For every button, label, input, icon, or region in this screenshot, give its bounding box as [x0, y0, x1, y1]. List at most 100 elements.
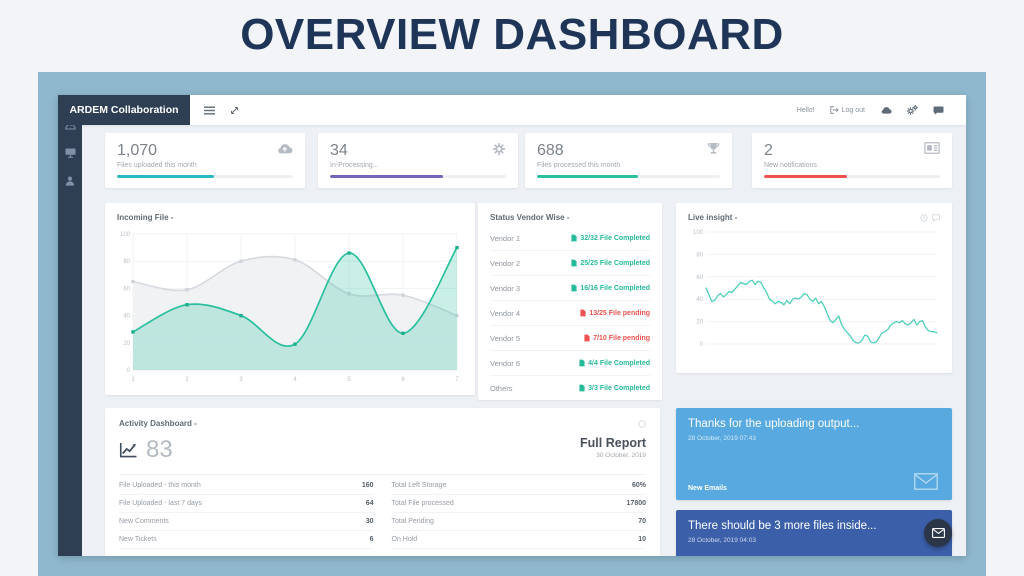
vendor-status: 16/16 File Completed [571, 284, 650, 292]
stat-progress-track [330, 175, 506, 178]
activity-stat-row: Total Pending70 [392, 513, 647, 531]
activity-stat-row: Total Left Storage60% [392, 477, 647, 495]
file-icon [580, 309, 586, 317]
svg-text:60: 60 [696, 275, 703, 281]
chat-bubble-icon[interactable] [933, 106, 944, 115]
notification-card-files[interactable]: There should be 3 more files inside... 2… [676, 510, 952, 556]
stat-value: 1,070 [117, 142, 293, 160]
sidebar-item-dashboard[interactable] [65, 125, 76, 130]
stat-progress-fill [117, 175, 214, 178]
vendor-name: Vendor 5 [490, 334, 520, 343]
live-insight-panel: Live insight - 020406080100 [676, 203, 952, 373]
stat-value: 34 [330, 142, 506, 160]
vendor-row: Vendor 4 13/25 File pending [490, 301, 650, 326]
stat-label: In-Processing... [330, 162, 506, 169]
file-icon [579, 384, 585, 392]
dashboard-window: ARDEM Collaboration Hello! Log out [58, 95, 966, 556]
panel-title: Activity Dashboard - [119, 419, 197, 428]
live-chart: 020406080100 [688, 226, 940, 354]
vendor-row: Vendor 1 32/32 File Completed [490, 226, 650, 251]
sidebar-nav [58, 125, 82, 556]
logout-button[interactable]: Log out [830, 106, 865, 114]
brand-logo[interactable]: ARDEM Collaboration [58, 95, 190, 125]
notification-title: Thanks for the uploading output... [688, 418, 940, 430]
vendor-row: Vendor 3 16/16 File Completed [490, 276, 650, 301]
trophy-icon [707, 142, 720, 155]
vendor-status: 7/10 File pending [584, 334, 650, 342]
fullscreen-expand-icon[interactable] [230, 106, 239, 115]
file-icon [579, 359, 585, 367]
sidebar-item-users[interactable] [65, 176, 75, 186]
history-icon[interactable] [920, 214, 928, 222]
activity-stat-row: New Tickets6 [119, 531, 374, 549]
file-icon [571, 284, 577, 292]
incoming-chart: 1234567020406080100 [117, 226, 463, 384]
file-icon [571, 259, 577, 267]
notification-card-emails[interactable]: Thanks for the uploading output... 28 Oc… [676, 408, 952, 500]
svg-text:4: 4 [293, 377, 297, 383]
svg-text:6: 6 [401, 377, 405, 383]
greeting-text: Hello! [797, 107, 815, 114]
desktop-icon [65, 148, 76, 158]
newspaper-icon [924, 142, 940, 154]
vendor-status: 32/32 File Completed [571, 234, 650, 242]
stat-card-notifications[interactable]: 2 New notifications [752, 133, 952, 188]
hamburger-menu-icon[interactable] [204, 106, 215, 115]
stat-value: 2 [764, 142, 940, 160]
svg-text:40: 40 [696, 297, 703, 303]
svg-text:5: 5 [347, 377, 351, 383]
stat-progress-fill [764, 175, 847, 178]
file-icon [571, 234, 577, 242]
activity-stat-row: File Uploaded - last 7 days64 [119, 495, 374, 513]
page-title: OVERVIEW DASHBOARD [0, 10, 1024, 60]
activity-dashboard-panel: Activity Dashboard - 83 Full Report 30 O… [105, 408, 660, 556]
vendor-name: Vendor 2 [490, 259, 520, 268]
stat-card-files-uploaded[interactable]: 1,070 Files uploaded this month [105, 133, 305, 188]
activity-stat-row: Total File processed17800 [392, 495, 647, 513]
gear-icon [492, 142, 506, 156]
svg-text:20: 20 [123, 341, 130, 347]
full-report-link[interactable]: Full Report [580, 436, 646, 450]
comment-icon[interactable] [932, 214, 940, 222]
vendor-status: 13/25 File pending [580, 309, 650, 317]
sidebar-item-desktop[interactable] [65, 148, 76, 158]
file-icon [584, 334, 590, 342]
notification-footer: New Emails [688, 485, 727, 492]
svg-text:60: 60 [123, 286, 130, 292]
svg-text:0: 0 [700, 342, 704, 348]
stat-progress-fill [330, 175, 443, 178]
stat-progress-track [537, 175, 720, 178]
vendor-row: Vendor 2 25/25 File Completed [490, 251, 650, 276]
cloud-icon[interactable] [880, 106, 892, 114]
vendor-name: Vendor 1 [490, 234, 520, 243]
svg-text:20: 20 [696, 320, 703, 326]
comment-icon[interactable] [638, 420, 646, 428]
svg-text:100: 100 [693, 230, 704, 236]
svg-text:80: 80 [123, 259, 130, 265]
svg-text:7: 7 [455, 377, 459, 383]
notification-title: There should be 3 more files inside... [688, 520, 940, 532]
svg-text:100: 100 [120, 232, 131, 238]
settings-gears-icon[interactable] [907, 105, 918, 115]
stat-card-files-processed[interactable]: 688 Files processed this month [525, 133, 732, 188]
trend-up-icon [119, 442, 138, 458]
notification-timestamp: 28 October, 2019 04:03 [688, 537, 940, 544]
stat-label: New notifications [764, 162, 940, 169]
vendor-row: Others 3/3 File Completed [490, 376, 650, 400]
compose-email-button[interactable] [924, 519, 952, 547]
vendor-status-panel: Status Vendor Wise - Vendor 1 32/32 File… [478, 203, 662, 400]
stat-card-in-processing[interactable]: 34 In-Processing... [318, 133, 518, 188]
vendor-row: Vendor 6 4/4 File Completed [490, 351, 650, 376]
panel-title: Incoming File - [117, 213, 463, 222]
stat-progress-track [764, 175, 940, 178]
svg-text:1: 1 [131, 377, 135, 383]
activity-stat-row: On Hold10 [392, 531, 647, 549]
incoming-file-panel: Incoming File - 1234567020406080100 [105, 203, 475, 395]
activity-score: 83 [146, 436, 173, 464]
stat-progress-track [117, 175, 293, 178]
vendor-name: Vendor 3 [490, 284, 520, 293]
stat-progress-fill [537, 175, 638, 178]
stat-label: Files processed this month [537, 162, 720, 169]
stat-value: 688 [537, 142, 720, 160]
notification-timestamp: 28 October, 2019 07:43 [688, 435, 940, 442]
